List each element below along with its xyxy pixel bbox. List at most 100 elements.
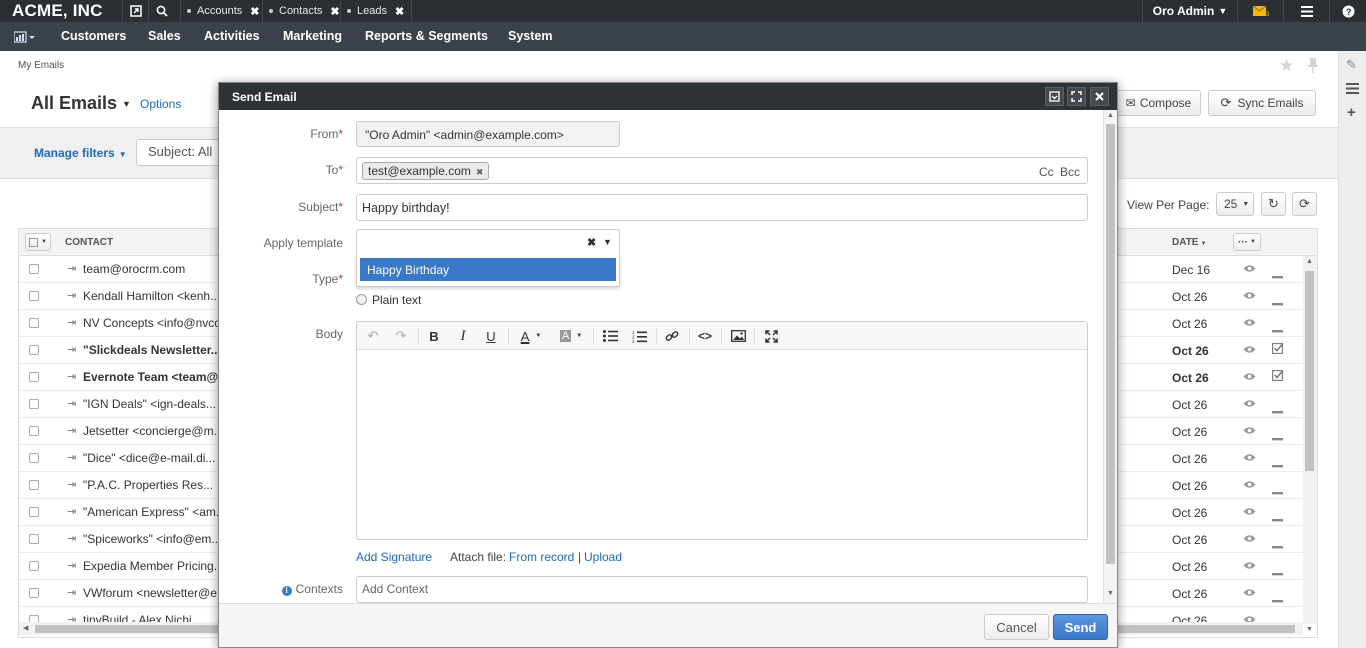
bcc-link[interactable]: Bcc	[1060, 165, 1080, 179]
text-color-icon[interactable]: A ▼	[514, 322, 548, 350]
to-field[interactable]: test@example.com ✖ Cc Bcc	[356, 157, 1088, 184]
row-checkbox[interactable]	[29, 372, 39, 382]
breadcrumb[interactable]: My Emails	[18, 60, 64, 71]
mark-read-icon[interactable]	[1272, 268, 1283, 282]
close-icon[interactable]: ✖	[395, 5, 404, 18]
template-option[interactable]: Happy Birthday	[360, 258, 616, 281]
mark-unread-icon[interactable]	[1272, 369, 1284, 384]
view-icon[interactable]	[1243, 372, 1256, 384]
menu-system[interactable]: System	[508, 22, 552, 51]
fullscreen-icon[interactable]	[760, 322, 782, 350]
subject-input[interactable]: Happy birthday!	[356, 194, 1088, 221]
remove-tag-icon[interactable]: ✖	[476, 167, 484, 177]
view-icon[interactable]	[1243, 318, 1256, 330]
mark-read-icon[interactable]	[1272, 322, 1283, 336]
view-icon[interactable]	[1243, 291, 1256, 303]
reset-grid-button[interactable]: ↻	[1261, 192, 1286, 216]
row-checkbox[interactable]	[29, 426, 39, 436]
dashboard-icon[interactable]	[13, 22, 36, 51]
view-icon[interactable]	[1243, 480, 1256, 492]
add-signature-link[interactable]: Add Signature	[356, 550, 432, 564]
row-checkbox[interactable]	[29, 588, 39, 598]
background-color-icon[interactable]: A ▼	[554, 322, 588, 350]
view-icon[interactable]	[1243, 264, 1256, 276]
close-icon[interactable]: ✖	[330, 5, 339, 18]
row-checkbox[interactable]	[29, 453, 39, 463]
maximize-icon[interactable]	[1067, 87, 1086, 106]
mark-read-icon[interactable]	[1272, 295, 1283, 309]
hamburger-menu-icon[interactable]	[1284, 0, 1330, 22]
contexts-input[interactable]: Add Context	[356, 576, 1088, 603]
link-icon[interactable]	[661, 322, 683, 350]
column-contact[interactable]: CONTACT	[65, 237, 113, 248]
menu-reports-segments[interactable]: Reports & Segments	[365, 22, 488, 51]
mark-read-icon[interactable]	[1272, 484, 1283, 498]
numbered-list-icon[interactable]: 123	[628, 322, 650, 350]
mark-read-icon[interactable]	[1272, 565, 1283, 579]
view-icon[interactable]	[1243, 507, 1256, 519]
template-select[interactable]: ✖ ▼	[356, 229, 620, 256]
code-icon[interactable]: <>	[694, 322, 716, 350]
view-icon[interactable]	[1243, 561, 1256, 573]
view-icon[interactable]	[1243, 534, 1256, 546]
subject-filter[interactable]: Subject: All	[136, 139, 226, 166]
row-checkbox[interactable]	[29, 507, 39, 517]
grid-vertical-scrollbar[interactable]: ▲ ▼	[1303, 256, 1317, 633]
row-checkbox[interactable]	[29, 345, 39, 355]
caret-down-icon[interactable]: ▼	[603, 237, 612, 247]
row-checkbox[interactable]	[29, 318, 39, 328]
plain-text-radio[interactable]	[356, 294, 367, 305]
app-logo[interactable]: ACME, INC	[12, 1, 103, 21]
menu-customers[interactable]: Customers	[61, 22, 126, 51]
manage-filters-link[interactable]: Manage filters ▼	[34, 146, 127, 160]
close-icon[interactable]	[1090, 87, 1109, 106]
mark-read-icon[interactable]	[1272, 430, 1283, 444]
tab-accounts[interactable]: Accounts ✖	[180, 0, 262, 22]
row-checkbox[interactable]	[29, 534, 39, 544]
scroll-left-icon[interactable]: ◀	[23, 624, 28, 632]
scroll-up-icon[interactable]: ▲	[1107, 112, 1114, 119]
menu-marketing[interactable]: Marketing	[283, 22, 342, 51]
body-textarea[interactable]	[357, 350, 1087, 539]
scroll-down-icon[interactable]: ▼	[1306, 626, 1313, 633]
pencil-icon[interactable]: ✎	[1346, 57, 1357, 73]
search-icon[interactable]	[148, 0, 174, 22]
view-icon[interactable]	[1243, 453, 1256, 465]
bullet-list-icon[interactable]	[599, 322, 621, 350]
user-menu[interactable]: Oro Admin ▼	[1142, 0, 1238, 22]
tab-leads[interactable]: Leads ✖	[340, 0, 412, 22]
mark-read-icon[interactable]	[1272, 457, 1283, 471]
view-icon[interactable]	[1243, 399, 1256, 411]
help-icon[interactable]: ?	[1330, 0, 1366, 22]
row-checkbox[interactable]	[29, 264, 39, 274]
pin-icon[interactable]	[122, 0, 148, 22]
favorite-star-icon[interactable]: ★	[1279, 56, 1294, 76]
info-icon[interactable]: i	[281, 586, 292, 596]
options-link[interactable]: Options	[140, 97, 181, 111]
mail-notifications-icon[interactable]: 3	[1238, 0, 1284, 22]
underline-icon[interactable]: U	[481, 322, 501, 350]
scrollbar-thumb[interactable]	[1305, 271, 1314, 471]
tab-contacts[interactable]: Contacts ✖	[262, 0, 340, 22]
bold-icon[interactable]: B	[424, 322, 444, 350]
menu-activities[interactable]: Activities	[204, 22, 260, 51]
send-button[interactable]: Send	[1053, 614, 1108, 640]
redo-icon[interactable]: ↷	[390, 322, 412, 350]
mark-read-icon[interactable]	[1272, 511, 1283, 525]
mark-unread-icon[interactable]	[1272, 342, 1284, 357]
view-icon[interactable]	[1243, 426, 1256, 438]
refresh-grid-button[interactable]: ⟳	[1292, 192, 1317, 216]
clear-icon[interactable]: ✖	[587, 236, 596, 249]
minimize-icon[interactable]	[1045, 87, 1064, 106]
view-icon[interactable]	[1243, 345, 1256, 357]
mass-select-checkbox[interactable]: ▼	[25, 233, 51, 251]
cancel-button[interactable]: Cancel	[984, 614, 1049, 640]
column-date[interactable]: DATE ▼	[1172, 237, 1206, 248]
mark-read-icon[interactable]	[1272, 592, 1283, 606]
undo-icon[interactable]: ↶	[362, 322, 384, 350]
scroll-down-icon[interactable]: ▼	[1107, 590, 1114, 597]
plus-icon[interactable]: +	[1347, 104, 1356, 121]
sync-emails-button[interactable]: ⟳ Sync Emails	[1208, 90, 1316, 116]
plain-text-label[interactable]: Plain text	[372, 293, 421, 307]
grid-actions-menu[interactable]: ··· ▼	[1233, 233, 1261, 251]
